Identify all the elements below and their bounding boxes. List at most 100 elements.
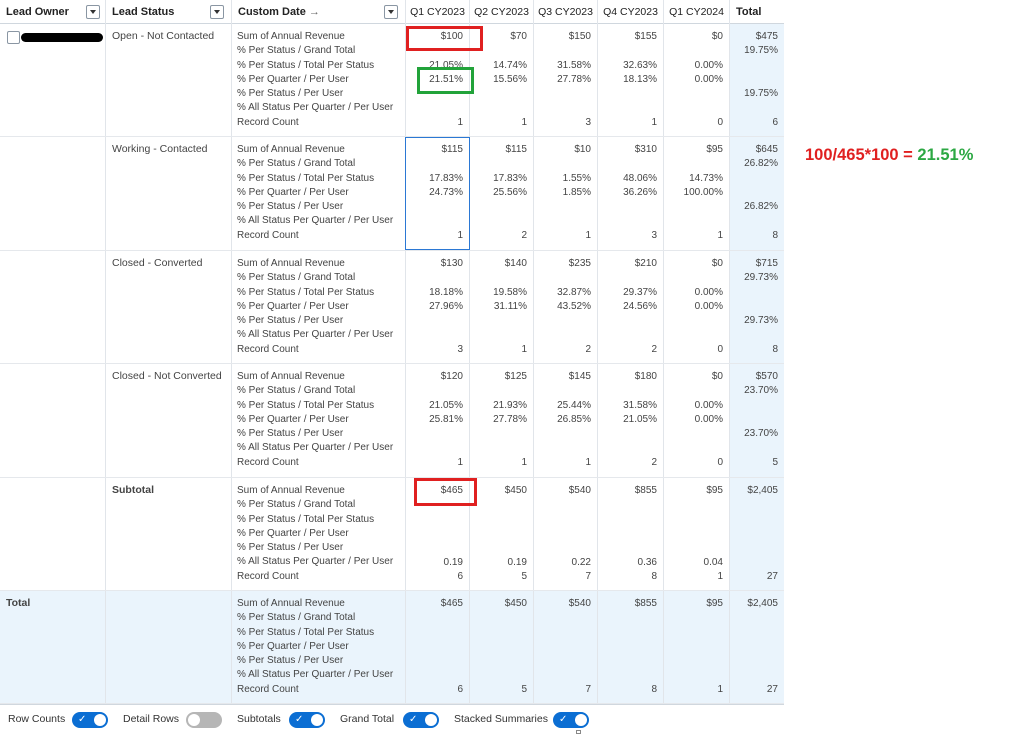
value-text: 25.56%: [493, 186, 527, 198]
measure-label: % All Status Per Quarter / Per User: [237, 329, 394, 341]
quarter-cell[interactable]: $95 14.73% 100.00% 1: [664, 137, 730, 250]
lead-status-header[interactable]: Lead Status: [106, 0, 232, 24]
total-cell[interactable]: $2,405 27: [730, 478, 784, 590]
lead-status-dropdown-icon[interactable]: [210, 5, 224, 19]
lead-status-label: Total: [6, 597, 31, 609]
quarter-cell[interactable]: $0 0.00% 0.00% 0: [664, 24, 730, 136]
value-text: $120: [440, 371, 463, 382]
total-cell[interactable]: $2,405 27: [730, 591, 784, 703]
value-text: 100.00%: [683, 186, 723, 198]
value-text: 21.93%: [493, 399, 527, 411]
scroll-handle[interactable]: [576, 730, 581, 734]
value-text: 2: [651, 456, 657, 468]
quarter-cell[interactable]: $540 0.22 7: [534, 478, 598, 590]
quarter-cell[interactable]: $120 21.05% 25.81% 1: [406, 364, 470, 477]
report-footer: Row Counts Detail Rows Subtotals Grand T…: [0, 704, 784, 734]
lead-status-cell: Subtotal: [106, 478, 232, 590]
value-text: 29.73%: [744, 272, 778, 284]
selected-cell[interactable]: [405, 137, 470, 250]
value-text: 24.56%: [623, 300, 657, 312]
quarter-cell[interactable]: $145 25.44% 26.85% 1: [534, 364, 598, 477]
value-text: 27.78%: [557, 73, 591, 85]
value-text: 25.44%: [557, 399, 591, 411]
quarter-cell[interactable]: $465 6: [406, 591, 470, 703]
measure-labels: Sum of Annual Revenue % Per Status / Gran…: [232, 364, 406, 477]
quarter-cell[interactable]: $210 29.37% 24.56% 2: [598, 251, 664, 363]
value-text: 0.00%: [694, 286, 723, 298]
custom-date-dropdown-icon[interactable]: [384, 5, 398, 19]
quarter-cell[interactable]: $10 1.55% 1.85% 1: [534, 137, 598, 250]
value-text: 26.85%: [557, 413, 591, 425]
lead-status-cell: [106, 591, 232, 703]
value-text: $2,405: [747, 485, 778, 496]
quarter-cell[interactable]: $95 1: [664, 591, 730, 703]
value-text: 29.37%: [623, 286, 657, 298]
measure-labels: Sum of Annual Revenue % Per Status / Gran…: [232, 24, 406, 136]
detail-rows-toggle[interactable]: [186, 712, 222, 728]
value-text: 6: [457, 683, 463, 695]
value-text: $450: [504, 598, 527, 609]
quarter-cell[interactable]: $855 8: [598, 591, 664, 703]
quarter-cell[interactable]: $155 32.63% 18.13% 1: [598, 24, 664, 136]
value-text: $70: [510, 31, 527, 42]
quarter-header[interactable]: Q1 CY2023: [406, 0, 470, 24]
measure-label: Sum of Annual Revenue: [237, 144, 345, 155]
measure-label: % Per Status / Total Per Status: [237, 513, 375, 525]
total-cell[interactable]: $570 23.70% 23.70% 5: [730, 364, 784, 477]
value-text: 0.19: [507, 556, 527, 568]
value-text: 19.75%: [744, 45, 778, 57]
stacked-summaries-toggle[interactable]: [553, 712, 589, 728]
row-counts-label: Row Counts: [8, 713, 66, 725]
quarter-cell[interactable]: $150 31.58% 27.78% 3: [534, 24, 598, 136]
value-text: 6: [772, 116, 778, 128]
quarter-cell[interactable]: $140 19.58% 31.11% 1: [470, 251, 534, 363]
quarter-cell[interactable]: $0 0.00% 0.00% 0: [664, 251, 730, 363]
quarter-cell[interactable]: $115 17.83% 25.56% 2: [470, 137, 534, 250]
quarter-cell[interactable]: $235 32.87% 43.52% 2: [534, 251, 598, 363]
lead-status-label: Closed - Converted: [112, 257, 203, 269]
quarter-header[interactable]: Q4 CY2023: [598, 0, 664, 24]
measure-label: Record Count: [237, 343, 299, 355]
quarter-header[interactable]: Q2 CY2023: [470, 0, 534, 24]
quarter-header[interactable]: Q1 CY2024: [664, 0, 730, 24]
value-text: 3: [651, 229, 657, 241]
quarter-cell[interactable]: $180 31.58% 21.05% 2: [598, 364, 664, 477]
row-group: Closed - Converted Sum of Annual Revenue%…: [0, 251, 784, 364]
total-cell[interactable]: $475 19.75% 19.75% 6: [730, 24, 784, 136]
row-group: Open - Not Contacted Sum of Annual Revenu…: [0, 24, 784, 137]
measure-label: % Per Status / Grand Total: [237, 612, 356, 624]
quarter-cell[interactable]: $130 18.18% 27.96% 3: [406, 251, 470, 363]
value-text: 0.00%: [694, 73, 723, 85]
quarter-cell[interactable]: $450 5: [470, 591, 534, 703]
quarter-header[interactable]: Q3 CY2023: [534, 0, 598, 24]
value-text: 21.05%: [623, 413, 657, 425]
total-cell[interactable]: $715 29.73% 29.73% 8: [730, 251, 784, 363]
value-text: 43.52%: [557, 300, 591, 312]
measure-labels: Sum of Annual Revenue % Per Status / Gran…: [232, 478, 406, 590]
row-counts-toggle[interactable]: [72, 712, 108, 728]
quarter-cell[interactable]: $540 7: [534, 591, 598, 703]
quarter-cell[interactable]: $855 0.36 8: [598, 478, 664, 590]
quarter-cell[interactable]: $125 21.93% 27.78% 1: [470, 364, 534, 477]
value-text: 2: [521, 229, 527, 241]
value-text: 27: [766, 683, 778, 695]
measure-label: % All Status Per Quarter / Per User: [237, 669, 394, 681]
lead-status-label: Working - Contacted: [112, 143, 208, 155]
grand-total-toggle[interactable]: [403, 712, 439, 728]
value-text: 23.70%: [744, 385, 778, 397]
total-header[interactable]: Total: [730, 0, 784, 24]
measure-label: % All Status Per Quarter / Per User: [237, 102, 394, 114]
quarter-cell[interactable]: $310 48.06% 36.26% 3: [598, 137, 664, 250]
quarter-cell[interactable]: $0 0.00% 0.00% 0: [664, 364, 730, 477]
value-text: $540: [568, 485, 591, 496]
lead-owner-dropdown-icon[interactable]: [86, 5, 100, 19]
grand-total-label: Grand Total: [340, 713, 395, 725]
value-text: $155: [634, 31, 657, 42]
quarter-cell[interactable]: $450 0.19 5: [470, 478, 534, 590]
total-cell[interactable]: $645 26.82% 26.82% 8: [730, 137, 784, 250]
quarter-cell[interactable]: $95 0.04 1: [664, 478, 730, 590]
value-text: 0.04: [703, 556, 723, 568]
lead-owner-header[interactable]: Lead Owner: [0, 0, 106, 24]
subtotals-toggle[interactable]: [289, 712, 325, 728]
custom-date-header[interactable]: Custom Date →: [232, 0, 406, 24]
